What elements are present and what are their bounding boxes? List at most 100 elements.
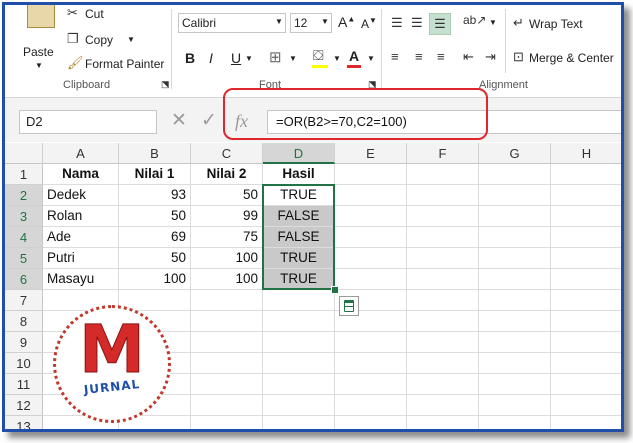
cell-h2[interactable]: [551, 185, 621, 206]
font-family-select[interactable]: Calibri: [178, 13, 286, 33]
cell-g1[interactable]: [479, 164, 551, 185]
cell-d7[interactable]: [263, 290, 335, 311]
quick-analysis-icon[interactable]: [339, 296, 359, 316]
cell-g7[interactable]: [479, 290, 551, 311]
row-header-10[interactable]: 10: [5, 353, 43, 374]
cell-f2[interactable]: [407, 185, 479, 206]
paste-button[interactable]: Paste ▼: [21, 5, 61, 75]
cell-e9[interactable]: [335, 332, 407, 353]
row-header-12[interactable]: 12: [5, 395, 43, 416]
wrap-text-button[interactable]: ↵ Wrap Text: [513, 15, 613, 33]
copy-button[interactable]: ❐ Copy ▼: [65, 31, 145, 49]
italic-button[interactable]: I: [209, 50, 213, 66]
cell-f10[interactable]: [407, 353, 479, 374]
cell-a6[interactable]: Masayu: [43, 269, 119, 290]
align-center-icon[interactable]: ≡: [415, 49, 423, 64]
cell-c12[interactable]: [191, 395, 263, 416]
column-header-e[interactable]: E: [335, 143, 407, 164]
column-header-a[interactable]: A: [43, 143, 119, 164]
cell-d13[interactable]: [263, 416, 335, 429]
cell-d11[interactable]: [263, 374, 335, 395]
row-header-11[interactable]: 11: [5, 374, 43, 395]
row-header-2[interactable]: 2: [5, 185, 43, 206]
merge-center-button[interactable]: ⊡ Merge & Center: [513, 49, 621, 67]
row-header-8[interactable]: 8: [5, 311, 43, 332]
cell-f11[interactable]: [407, 374, 479, 395]
column-header-c[interactable]: C: [191, 143, 263, 164]
cell-d4[interactable]: FALSE: [263, 227, 335, 248]
cell-a4[interactable]: Ade: [43, 227, 119, 248]
cell-g6[interactable]: [479, 269, 551, 290]
cell-c13[interactable]: [191, 416, 263, 429]
cell-f8[interactable]: [407, 311, 479, 332]
cell-c1[interactable]: Nilai 2: [191, 164, 263, 185]
cell-e3[interactable]: [335, 206, 407, 227]
cell-e1[interactable]: [335, 164, 407, 185]
enter-icon[interactable]: ✓: [201, 109, 217, 132]
cell-e6[interactable]: [335, 269, 407, 290]
cell-b2[interactable]: 93: [119, 185, 191, 206]
cell-g8[interactable]: [479, 311, 551, 332]
cell-h3[interactable]: [551, 206, 621, 227]
decrease-indent-icon[interactable]: ⇤: [463, 49, 474, 65]
row-header-7[interactable]: 7: [5, 290, 43, 311]
cell-g12[interactable]: [479, 395, 551, 416]
increase-indent-icon[interactable]: ⇥: [485, 49, 496, 65]
cell-c3[interactable]: 99: [191, 206, 263, 227]
font-color-icon[interactable]: A: [349, 48, 359, 64]
fill-handle[interactable]: [331, 286, 339, 294]
align-right-icon[interactable]: ≡: [437, 49, 445, 64]
cell-c5[interactable]: 100: [191, 248, 263, 269]
cell-c9[interactable]: [191, 332, 263, 353]
cell-e10[interactable]: [335, 353, 407, 374]
row-header-1[interactable]: 1: [5, 164, 43, 185]
cell-c6[interactable]: 100: [191, 269, 263, 290]
cell-h8[interactable]: [551, 311, 621, 332]
borders-icon[interactable]: ⊞: [269, 48, 282, 66]
align-left-icon[interactable]: ≡: [391, 49, 399, 64]
cell-g10[interactable]: [479, 353, 551, 374]
fill-color-icon[interactable]: ⛋: [313, 47, 324, 64]
cell-d9[interactable]: [263, 332, 335, 353]
cell-f1[interactable]: [407, 164, 479, 185]
column-header-f[interactable]: F: [407, 143, 479, 164]
cell-c11[interactable]: [191, 374, 263, 395]
increase-font-icon[interactable]: A▲: [338, 14, 355, 30]
cell-b4[interactable]: 69: [119, 227, 191, 248]
underline-button[interactable]: U: [231, 50, 241, 66]
cell-a1[interactable]: Nama: [43, 164, 119, 185]
cell-d12[interactable]: [263, 395, 335, 416]
select-all-corner[interactable]: [5, 143, 43, 164]
cell-e11[interactable]: [335, 374, 407, 395]
cancel-icon[interactable]: ✕: [171, 109, 187, 132]
align-bottom-icon[interactable]: ☰: [429, 13, 451, 35]
cell-e4[interactable]: [335, 227, 407, 248]
cell-f12[interactable]: [407, 395, 479, 416]
cell-c4[interactable]: 75: [191, 227, 263, 248]
bold-button[interactable]: B: [185, 50, 195, 66]
cell-h10[interactable]: [551, 353, 621, 374]
align-top-icon[interactable]: ☰: [391, 15, 403, 31]
format-painter-button[interactable]: 🖌 Format Painter: [65, 55, 175, 73]
cell-d8[interactable]: [263, 311, 335, 332]
cell-f4[interactable]: [407, 227, 479, 248]
row-header-6[interactable]: 6: [5, 269, 43, 290]
cell-h9[interactable]: [551, 332, 621, 353]
row-header-4[interactable]: 4: [5, 227, 43, 248]
cell-h1[interactable]: [551, 164, 621, 185]
row-header-13[interactable]: 13: [5, 416, 43, 429]
cell-h4[interactable]: [551, 227, 621, 248]
cell-b1[interactable]: Nilai 1: [119, 164, 191, 185]
column-header-d[interactable]: D: [263, 143, 335, 164]
cell-g5[interactable]: [479, 248, 551, 269]
cut-button[interactable]: ✂ Cut: [65, 5, 145, 23]
cell-g4[interactable]: [479, 227, 551, 248]
cell-g13[interactable]: [479, 416, 551, 429]
cell-d3[interactable]: FALSE: [263, 206, 335, 227]
cell-g3[interactable]: [479, 206, 551, 227]
cell-e5[interactable]: [335, 248, 407, 269]
align-middle-icon[interactable]: ☰: [411, 15, 423, 31]
cell-h6[interactable]: [551, 269, 621, 290]
cell-g9[interactable]: [479, 332, 551, 353]
cell-f5[interactable]: [407, 248, 479, 269]
